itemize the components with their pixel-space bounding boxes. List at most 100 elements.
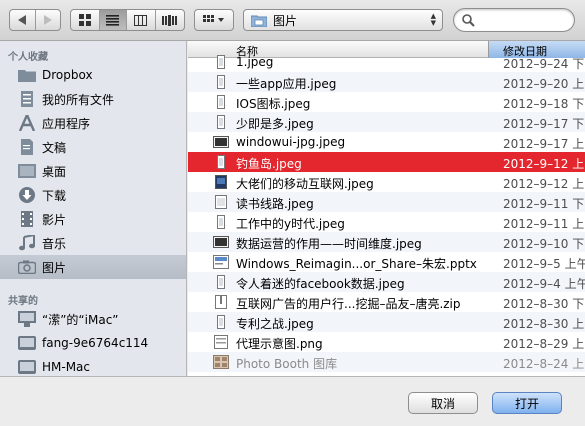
view-mode-switcher bbox=[70, 9, 185, 31]
jpeg-wide-file-icon bbox=[213, 134, 229, 150]
file-modified-date: 2012–9–20 上 bbox=[503, 77, 585, 91]
file-name: 一些app应用.jpeg bbox=[236, 77, 337, 91]
coverflow-icon bbox=[162, 14, 178, 26]
file-row[interactable]: 一些app应用.jpeg 2012–9–20 上 bbox=[188, 72, 585, 92]
forward-button[interactable] bbox=[36, 10, 61, 30]
sidebar-item-label: 应用程序 bbox=[42, 116, 91, 131]
file-row[interactable]: 工作中的y时代.jpeg 2012–9–11 上 bbox=[188, 212, 585, 232]
all-files-icon bbox=[17, 90, 37, 108]
sidebar-item-label: HM-Mac bbox=[42, 360, 91, 374]
file-row[interactable]: 读书线路.jpeg 2012–9–11 下 bbox=[188, 192, 585, 212]
sidebar-item-fang[interactable]: fang-9e6764c114 bbox=[0, 331, 186, 355]
arrange-grid-icon bbox=[203, 15, 224, 22]
file-modified-date: 2012–9–11 下 bbox=[503, 197, 585, 211]
location-label: 图片 bbox=[273, 13, 298, 28]
png-file-icon bbox=[213, 334, 229, 350]
sidebar-item-desktop[interactable]: 桌面 bbox=[0, 159, 186, 183]
cancel-button[interactable]: 取消 bbox=[408, 392, 478, 414]
jpeg-tall-file-icon bbox=[213, 54, 229, 70]
sidebar-item-applications[interactable]: 应用程序 bbox=[0, 111, 186, 135]
computer-icon bbox=[17, 334, 37, 352]
pictures-icon bbox=[17, 258, 37, 276]
movies-icon bbox=[17, 210, 37, 228]
location-popup[interactable]: 图片 ▲ ▼ bbox=[243, 9, 443, 31]
column-view-button[interactable] bbox=[127, 10, 156, 30]
file-modified-date: 2012–9–11 上 bbox=[503, 217, 585, 231]
file-row[interactable]: IOS图标.jpeg 2012–9–18 下 bbox=[188, 92, 585, 112]
file-row[interactable]: windowui-jpg.jpeg 2012–9–17 上 bbox=[188, 132, 585, 152]
sidebar-item-all-files[interactable]: 我的所有文件 bbox=[0, 87, 186, 111]
downloads-icon bbox=[17, 186, 37, 204]
file-name: 数据运营的作用——时间维度.jpeg bbox=[236, 237, 422, 251]
desktop-icon bbox=[17, 162, 37, 180]
file-modified-date: 2012–9–5 上午 bbox=[503, 257, 585, 271]
file-name: 读书线路.jpeg bbox=[236, 197, 314, 211]
file-row[interactable]: 代理示意图.png 2012–8–29 上 bbox=[188, 332, 585, 352]
sidebar-item-documents[interactable]: 文稿 bbox=[0, 135, 186, 159]
file-name: 少即是多.jpeg bbox=[236, 117, 314, 131]
forward-arrow-icon bbox=[43, 15, 52, 25]
selected-file-row[interactable]: 钓鱼岛.jpeg 2012–9–12 上 bbox=[188, 152, 585, 172]
file-modified-date: 2012–8–29 上 bbox=[503, 337, 585, 351]
file-row[interactable]: 1.jpeg 2012–9–24 下 bbox=[188, 52, 585, 72]
toolbar: 图片 ▲ ▼ bbox=[0, 0, 585, 41]
sidebar-item-movies[interactable]: 影片 bbox=[0, 207, 186, 231]
imac-icon bbox=[17, 310, 37, 328]
file-list: 名称 修改日期 1.jpeg 2012–9–24 下一些app应用.jpeg 201… bbox=[188, 41, 585, 376]
documents-icon bbox=[17, 138, 37, 156]
file-modified-date: 2012–8–30 下 bbox=[503, 297, 585, 311]
file-row[interactable]: Windows_Reimagin...or_Share–朱宏.pptx 2012–… bbox=[188, 252, 585, 272]
jpeg-tall-file-icon bbox=[213, 114, 229, 130]
file-name: IOS图标.jpeg bbox=[236, 97, 311, 111]
file-modified-date: 2012–9–18 下 bbox=[503, 97, 585, 111]
sidebar-item-label: 音乐 bbox=[42, 236, 67, 251]
file-modified-date: 2012–9–4 上午 bbox=[503, 277, 585, 291]
sidebar-item-pictures[interactable]: 图片 bbox=[0, 255, 186, 279]
file-row[interactable]: Photo Booth 图库 2012–8–24 上 bbox=[188, 352, 585, 372]
file-modified-date: 2012–9–12 上 bbox=[503, 177, 585, 191]
coverflow-view-button[interactable] bbox=[156, 10, 184, 30]
file-name: 大佬们的移动互联网.jpeg bbox=[236, 177, 374, 191]
columns-icon bbox=[134, 14, 148, 26]
history-nav bbox=[9, 9, 61, 31]
list-icon bbox=[106, 14, 120, 26]
back-button[interactable] bbox=[10, 10, 36, 30]
file-row[interactable]: 专利之战.jpeg 2012–8–30 上 bbox=[188, 312, 585, 332]
sidebar-item-label: 我的所有文件 bbox=[42, 92, 115, 107]
sidebar-item-downloads[interactable]: 下载 bbox=[0, 183, 186, 207]
jpeg-tall-file-icon bbox=[213, 214, 229, 230]
file-modified-date: 2012–9–24 下 bbox=[503, 57, 585, 71]
icon-view-button[interactable] bbox=[71, 10, 100, 30]
photobooth-file-icon bbox=[213, 354, 229, 370]
file-modified-date: 2012–8–24 上 bbox=[503, 357, 585, 371]
jpeg-tall-file-icon bbox=[213, 74, 229, 90]
dialog-footer: 取消 打开 bbox=[0, 376, 585, 426]
list-view-button[interactable] bbox=[99, 10, 128, 30]
sidebar-item-label: 文稿 bbox=[42, 140, 67, 155]
sidebar-item-imac[interactable]: “潆”的“iMac” bbox=[0, 307, 186, 331]
shared-header: 共享的 bbox=[8, 296, 38, 307]
search-field[interactable] bbox=[453, 8, 575, 32]
computer-icon bbox=[17, 358, 37, 376]
jpeg-wide-file-icon bbox=[213, 234, 229, 250]
sidebar-item-dropbox[interactable]: Dropbox bbox=[0, 63, 186, 87]
file-modified-date: 2012–9–12 上 bbox=[503, 157, 585, 171]
file-row[interactable]: 令人着迷的facebook数据.jpeg 2012–9–4 上午 bbox=[188, 272, 585, 292]
file-name: windowui-jpg.jpeg bbox=[236, 135, 346, 149]
sidebar-item-music[interactable]: 音乐 bbox=[0, 231, 186, 255]
arrange-menu-button[interactable] bbox=[194, 9, 234, 31]
sidebar-item-label: 影片 bbox=[42, 212, 67, 227]
sidebar-item-label: 下载 bbox=[42, 188, 67, 203]
file-name: 工作中的y时代.jpeg bbox=[236, 217, 345, 231]
file-name: 钓鱼岛.jpeg bbox=[236, 157, 302, 171]
file-row[interactable]: 数据运营的作用——时间维度.jpeg 2012–9–10 下 bbox=[188, 232, 585, 252]
file-row[interactable]: 互联网广告的用户行...挖掘–品友–唐亮.zip 2012–8–30 下 bbox=[188, 292, 585, 312]
jpeg-tall-file-icon bbox=[213, 154, 229, 170]
file-row[interactable]: 少即是多.jpeg 2012–9–17 下 bbox=[188, 112, 585, 132]
file-row[interactable]: 大佬们的移动互联网.jpeg 2012–9–12 上 bbox=[188, 172, 585, 192]
jpeg-file-icon bbox=[213, 194, 229, 210]
sidebar-item-hm-mac[interactable]: HM-Mac bbox=[0, 355, 186, 376]
open-button[interactable]: 打开 bbox=[492, 392, 562, 414]
file-modified-date: 2012–9–10 下 bbox=[503, 237, 585, 251]
jpeg-tall-file-icon bbox=[213, 314, 229, 330]
